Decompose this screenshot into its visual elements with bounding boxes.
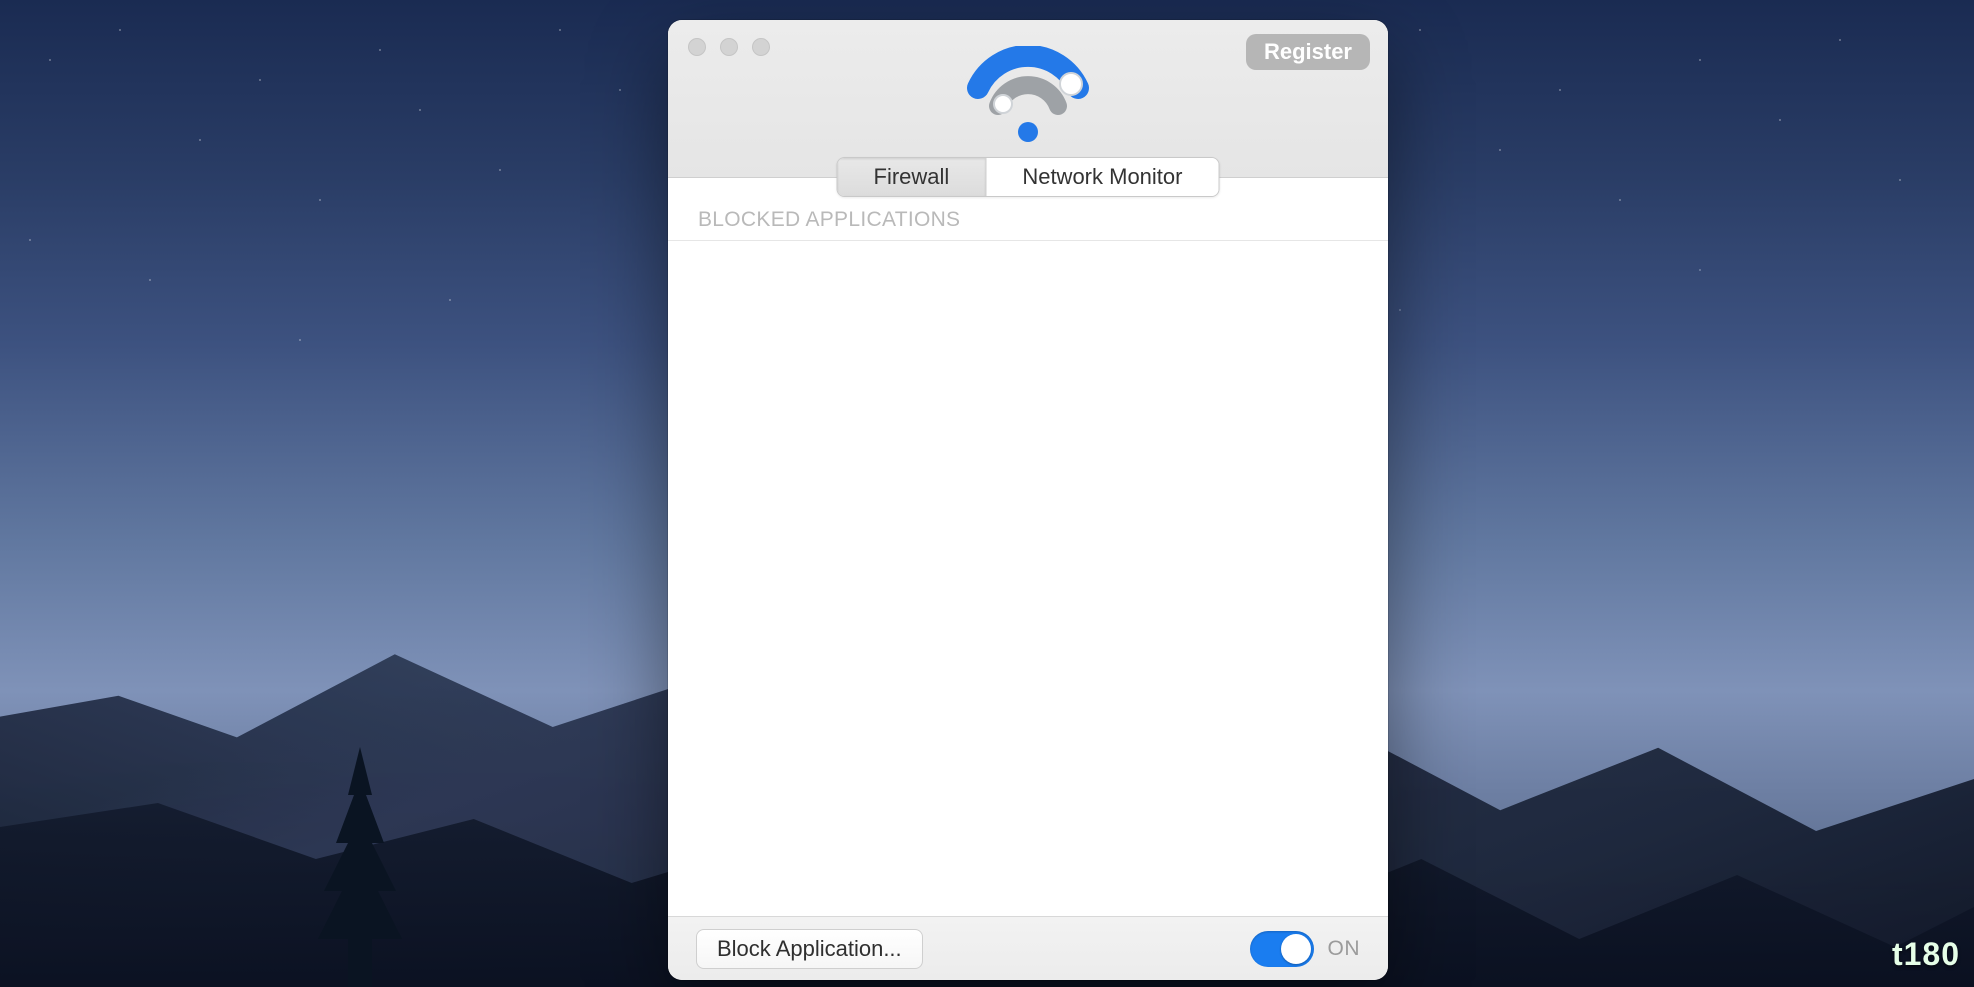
register-button[interactable]: Register	[1246, 34, 1370, 70]
firewall-toggle[interactable]	[1250, 931, 1314, 967]
footer-bar: Block Application... ON	[668, 916, 1388, 980]
minimize-window-button[interactable]	[720, 38, 738, 56]
watermark-text: t180	[1892, 936, 1960, 973]
window-controls	[688, 38, 770, 56]
tab-firewall[interactable]: Firewall	[838, 158, 986, 196]
firewall-toggle-label: ON	[1328, 937, 1361, 961]
wifi-logo-icon	[963, 46, 1093, 146]
tab-network-monitor[interactable]: Network Monitor	[986, 158, 1218, 196]
toggle-knob	[1281, 934, 1311, 964]
zoom-window-button[interactable]	[752, 38, 770, 56]
firewall-toggle-group: ON	[1250, 931, 1361, 967]
blocked-apps-header: BLOCKED APPLICATIONS	[698, 208, 960, 232]
content-area: BLOCKED APPLICATIONS	[668, 178, 1388, 916]
app-window: Register Firewall Network Monitor BLOCKE…	[668, 20, 1388, 980]
close-window-button[interactable]	[688, 38, 706, 56]
tab-segmented-control: Firewall Network Monitor	[837, 157, 1220, 197]
section-divider	[668, 240, 1388, 241]
block-application-button[interactable]: Block Application...	[696, 929, 923, 969]
titlebar[interactable]: Register Firewall Network Monitor	[668, 20, 1388, 178]
